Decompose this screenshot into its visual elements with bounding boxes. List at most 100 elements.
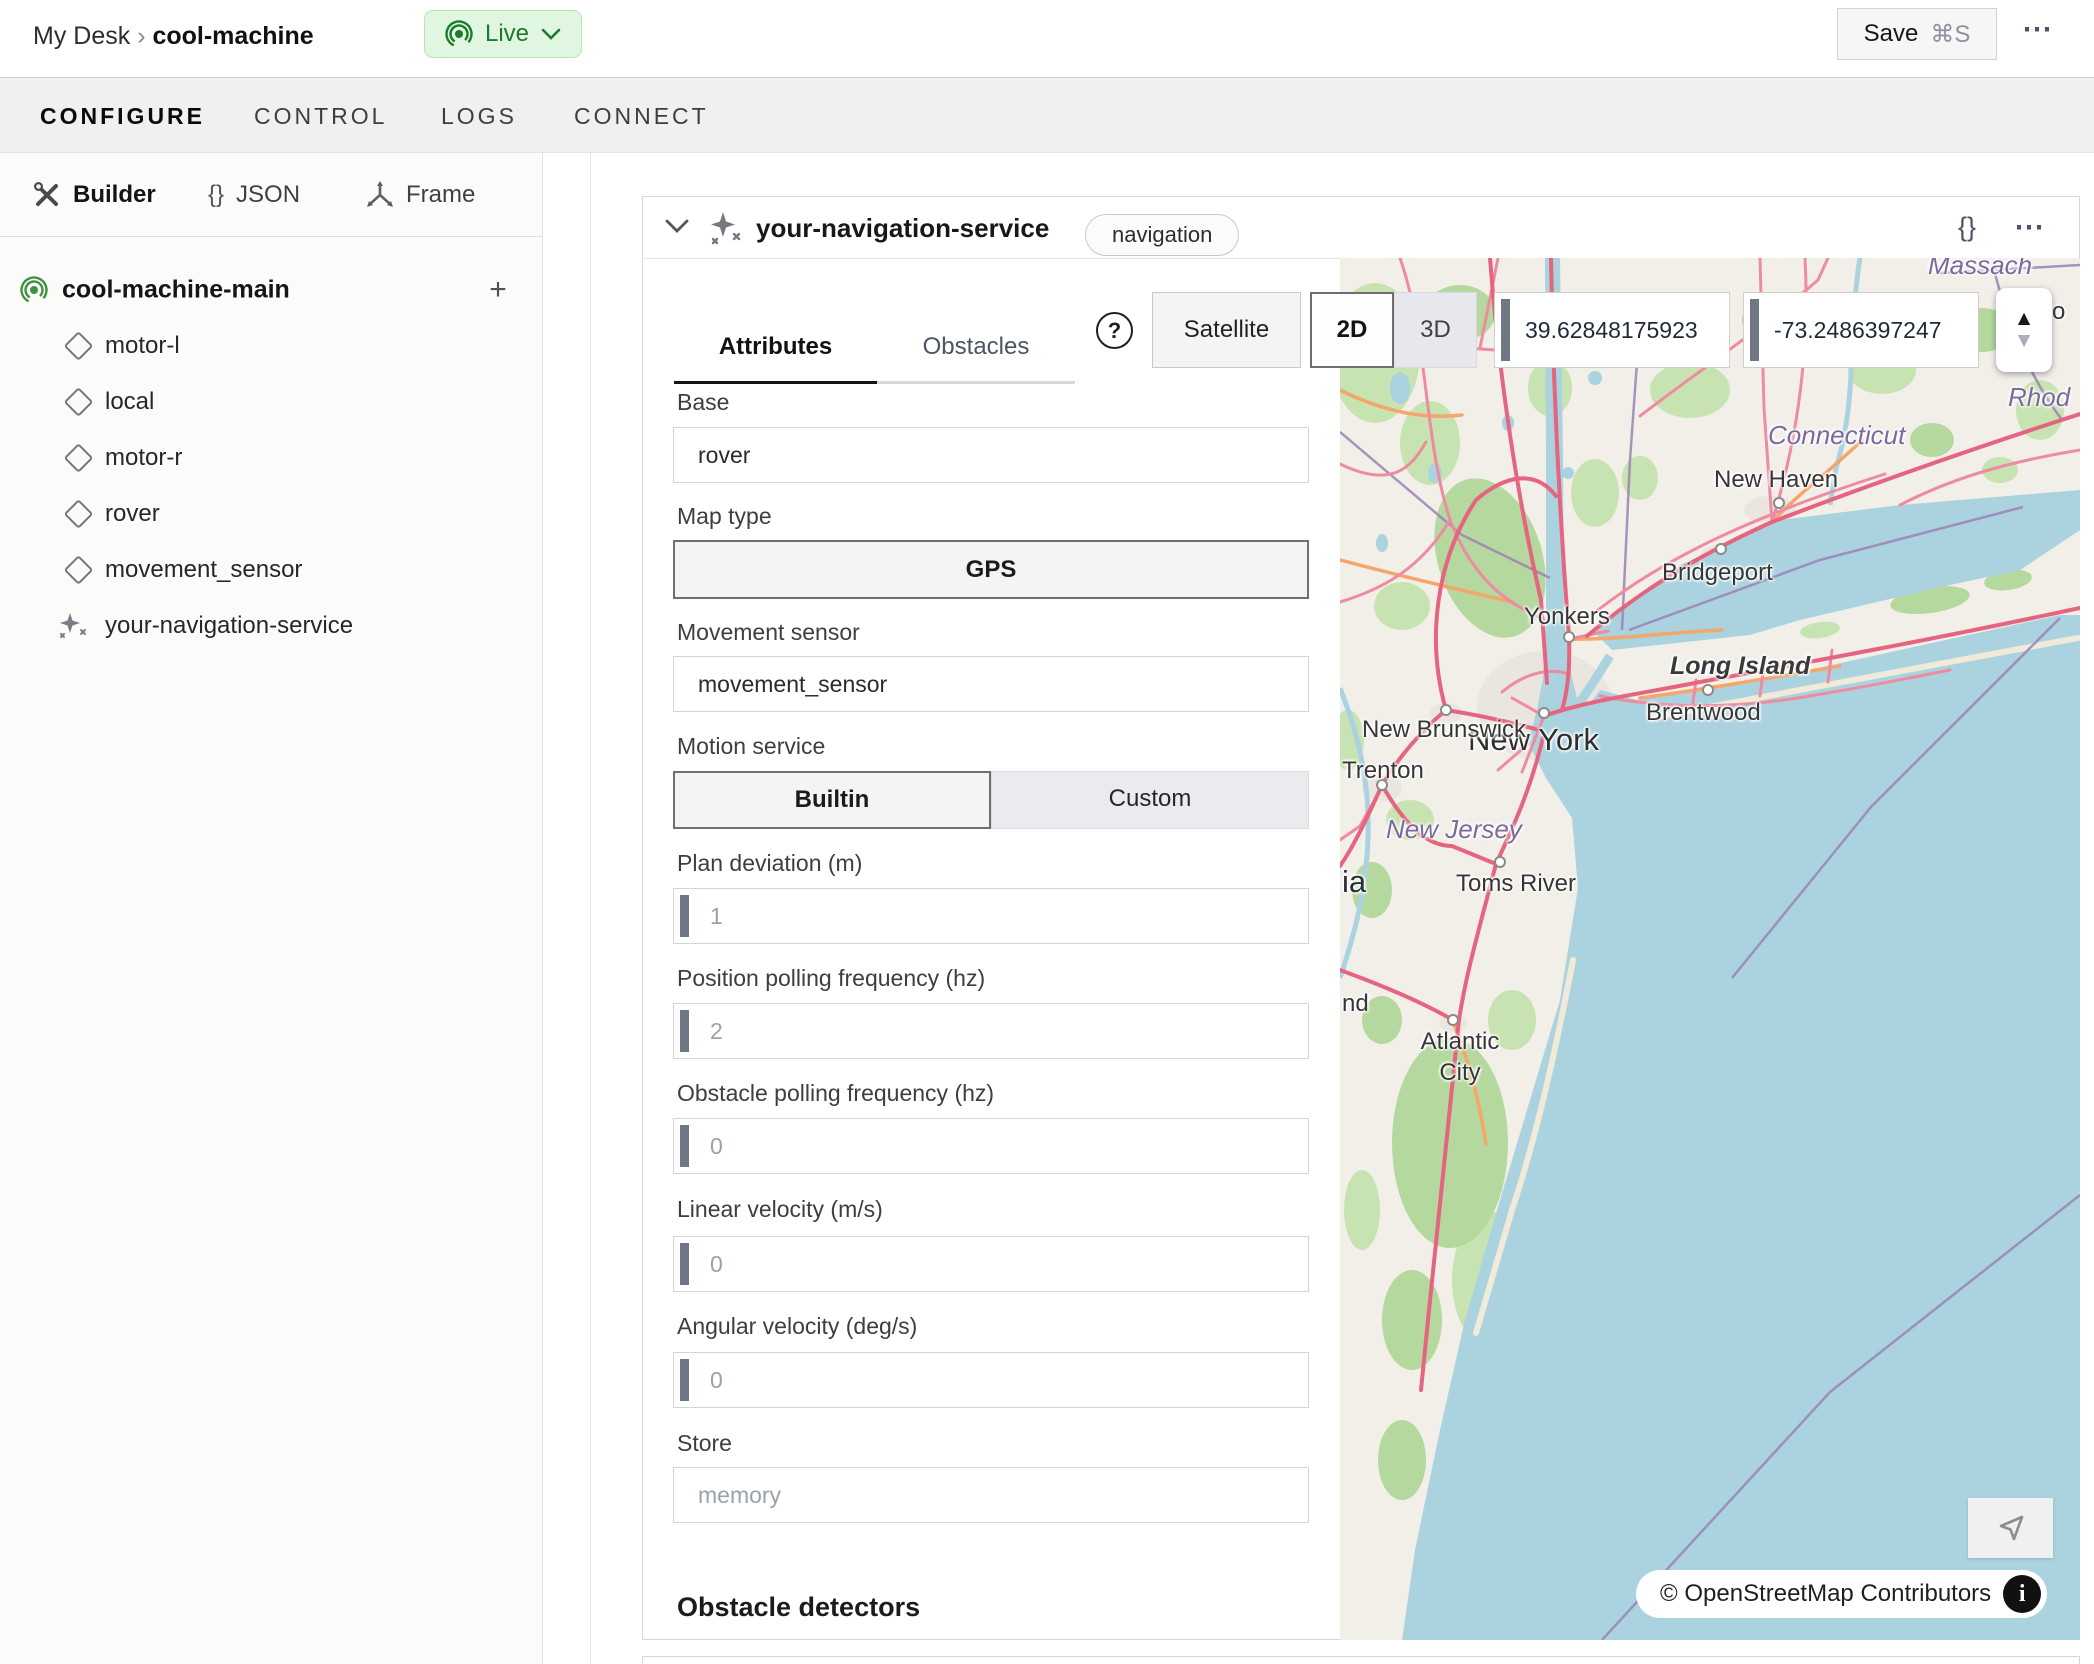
tree-item-local[interactable]: local <box>0 374 543 430</box>
map-type-gps-button[interactable]: GPS <box>673 540 1309 599</box>
map-label-rhode-island: Rhod <box>2008 382 2070 413</box>
tree-item-movement-sensor[interactable]: movement_sensor <box>0 542 543 598</box>
map-type-label: Map type <box>677 503 772 530</box>
plan-deviation-label: Plan deviation (m) <box>677 850 862 877</box>
map-label-massachusetts: Massach <box>1928 258 2032 281</box>
obstacle-polling-field <box>673 1118 1309 1174</box>
component-icon <box>64 387 94 417</box>
add-component-button[interactable]: + <box>480 272 516 308</box>
tab-logs[interactable]: LOGS <box>441 78 517 154</box>
mode-frame[interactable]: Frame <box>366 153 475 237</box>
breadcrumb-parent[interactable]: My Desk <box>33 22 130 50</box>
map-label-nd-cut: nd <box>1342 990 1369 1018</box>
store-field <box>673 1467 1309 1523</box>
drag-handle[interactable] <box>1501 299 1510 361</box>
machine-part-icon <box>20 276 48 304</box>
tree-item-rover[interactable]: rover <box>0 486 543 542</box>
live-status-dropdown[interactable]: Live <box>424 10 582 58</box>
movement-sensor-field <box>673 656 1309 712</box>
obstacle-detectors-heading: Obstacle detectors <box>677 1592 920 1623</box>
map-label-toms-river: Toms River <box>1456 870 1576 898</box>
tree-item-label: rover <box>105 500 160 528</box>
motion-service-segmented: Builtin Custom <box>673 771 1309 829</box>
angular-velocity-field <box>673 1352 1309 1408</box>
tab-control[interactable]: CONTROL <box>254 78 387 154</box>
info-icon[interactable]: i <box>2003 1575 2041 1613</box>
zoom-stepper[interactable]: ▲ ▼ <box>1996 288 2052 372</box>
tab-attributes[interactable]: Attributes <box>674 318 877 384</box>
latitude-field <box>1494 292 1730 368</box>
broadcast-icon <box>445 20 473 48</box>
position-polling-input[interactable] <box>674 1004 1308 1058</box>
tree-item-motor-r[interactable]: motor-r <box>0 430 543 486</box>
locate-button[interactable] <box>1968 1498 2053 1558</box>
map-label-bridgeport: Bridgeport <box>1662 559 1773 587</box>
step-up-icon[interactable]: ▲ <box>2014 308 2035 330</box>
card-menu-button[interactable]: ⋯ <box>2014 210 2046 245</box>
frame-axes-icon <box>366 181 394 209</box>
sidebar-mode-toolbar: Builder {} JSON Frame <box>0 153 543 237</box>
angular-velocity-input[interactable] <box>674 1353 1308 1407</box>
help-icon[interactable]: ? <box>1096 312 1133 349</box>
base-input[interactable] <box>674 428 1308 482</box>
tree-item-navigation-service[interactable]: your-navigation-service <box>0 598 543 654</box>
drag-handle[interactable] <box>1750 299 1759 361</box>
map-label-trenton: Trenton <box>1342 757 1424 785</box>
satellite-toggle-button[interactable]: Satellite <box>1152 292 1301 368</box>
config-sidebar: Builder {} JSON Frame <box>0 153 543 1664</box>
service-sparkles-icon <box>56 611 90 643</box>
step-down-icon[interactable]: ▼ <box>2014 330 2035 352</box>
linear-velocity-input[interactable] <box>674 1237 1308 1291</box>
position-polling-label: Position polling frequency (hz) <box>677 965 985 992</box>
component-icon <box>64 499 94 529</box>
tab-connect[interactable]: CONNECT <box>574 78 709 154</box>
save-shortcut: ⌘S <box>1930 20 1970 49</box>
component-icon <box>64 443 94 473</box>
motion-service-builtin[interactable]: Builtin <box>673 771 991 829</box>
tree-root-machine[interactable]: cool-machine-main + <box>0 262 543 318</box>
tab-obstacles[interactable]: Obstacles <box>877 318 1075 384</box>
navigation-map[interactable]: Massach Pro Rhod Connecticut New Haven B… <box>1340 258 2080 1640</box>
map-attribution: © OpenStreetMap Contributors i <box>1636 1570 2047 1618</box>
position-polling-field <box>673 1003 1309 1059</box>
breadcrumb-current: cool-machine <box>152 22 313 50</box>
map-label-new-jersey: New Jersey <box>1386 814 1522 845</box>
view-3d-button[interactable]: 3D <box>1394 292 1477 368</box>
tree-item-label: local <box>105 388 154 416</box>
tree-item-motor-l[interactable]: motor-l <box>0 318 543 374</box>
tab-configure[interactable]: CONFIGURE <box>40 78 205 154</box>
service-title: your-navigation-service <box>756 213 1049 244</box>
map-label-atlantic-city: Atlantic City <box>1398 1026 1522 1088</box>
base-label: Base <box>677 389 729 416</box>
save-button[interactable]: Save ⌘S <box>1837 8 1997 60</box>
component-icon <box>64 331 94 361</box>
base-field <box>673 427 1309 483</box>
store-label: Store <box>677 1430 732 1457</box>
obstacle-polling-input[interactable] <box>674 1119 1308 1173</box>
movement-sensor-input[interactable] <box>674 657 1308 711</box>
latitude-input[interactable] <box>1525 293 1730 367</box>
page-menu-button[interactable]: ⋯ <box>2022 12 2054 47</box>
longitude-input[interactable] <box>1774 293 1979 367</box>
mode-json[interactable]: {} JSON <box>208 153 300 237</box>
live-label: Live <box>485 20 529 48</box>
map-label-new-haven: New Haven <box>1714 466 1838 494</box>
navigation-arrow-icon <box>1994 1511 2028 1545</box>
card-json-button[interactable]: {} <box>1958 212 1976 243</box>
save-label: Save <box>1864 20 1919 48</box>
view-2d-button[interactable]: 2D <box>1310 292 1394 368</box>
chevron-down-icon <box>664 218 690 234</box>
collapse-card-button[interactable] <box>664 218 690 237</box>
viam-machine-page: My Desk › cool-machine Live Save ⌘S ⋯ CO… <box>0 0 2094 1664</box>
map-label-new-brunswick: New Brunswick <box>1362 716 1526 744</box>
tree-item-label: movement_sensor <box>105 556 302 584</box>
plan-deviation-input[interactable] <box>674 889 1308 943</box>
tools-icon <box>33 181 61 209</box>
longitude-field <box>1743 292 1979 368</box>
chevron-down-icon <box>541 28 561 40</box>
motion-service-custom[interactable]: Custom <box>991 771 1309 829</box>
map-label-connecticut: Connecticut <box>1768 420 1905 451</box>
breadcrumb-separator: › <box>137 22 145 50</box>
store-input[interactable] <box>674 1468 1308 1522</box>
mode-builder[interactable]: Builder <box>33 153 156 237</box>
